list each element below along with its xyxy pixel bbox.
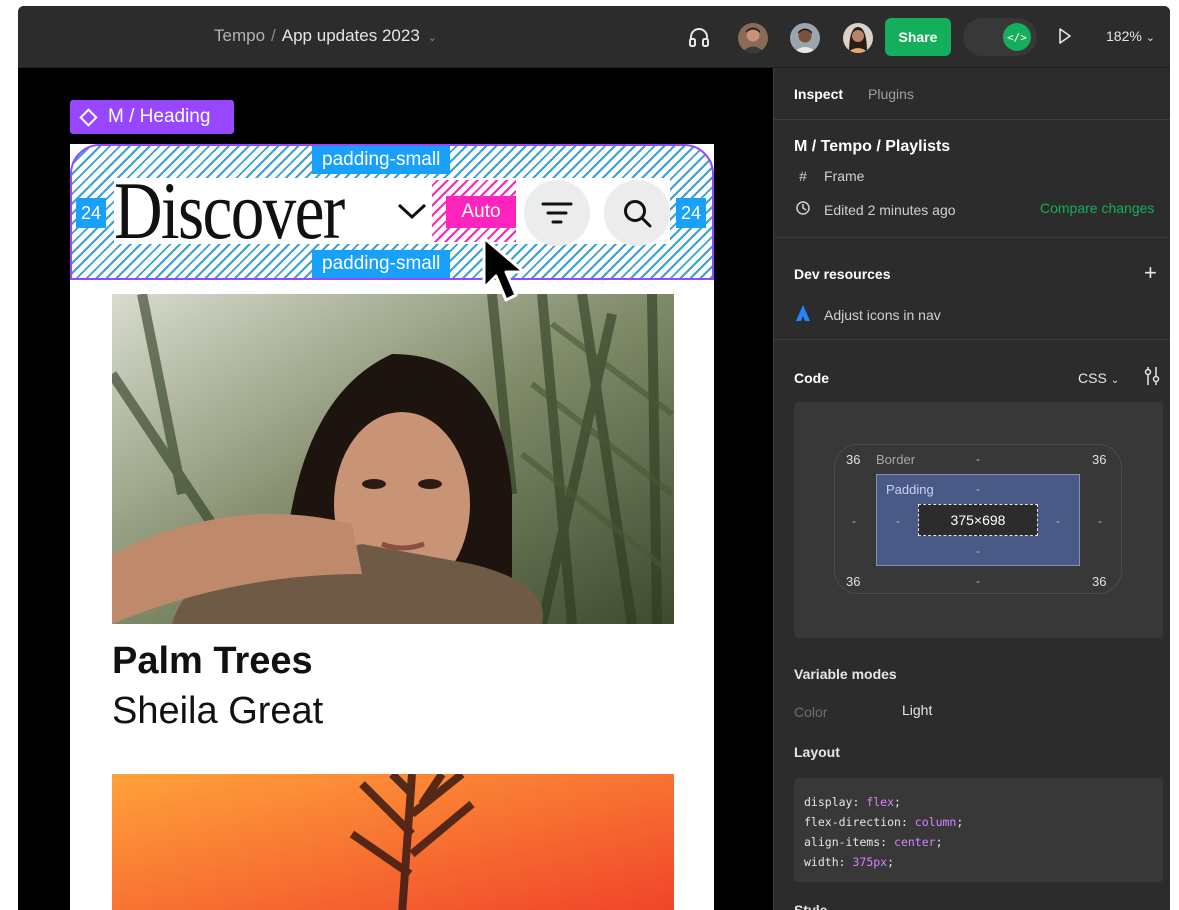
border-left-value: - xyxy=(852,514,856,528)
avatar[interactable] xyxy=(738,23,768,53)
code-prop: width xyxy=(804,855,839,869)
component-icon xyxy=(79,107,98,127)
padding-right-label: 24 xyxy=(676,198,706,228)
border-right-value: - xyxy=(1098,514,1102,528)
code-icon: </> xyxy=(1003,23,1031,51)
language-dropdown[interactable]: CSS ⌄ xyxy=(1078,370,1119,386)
variable-modes-heading: Variable modes xyxy=(794,666,897,682)
code-value: 375px xyxy=(852,855,888,869)
code-prop: flex-direction xyxy=(804,815,901,829)
settings-sliders-icon[interactable] xyxy=(1144,366,1160,391)
resource-item[interactable]: Adjust icons in nav xyxy=(794,304,941,325)
radius-top-right: 36 xyxy=(1092,452,1107,467)
radius-bottom-left: 36 xyxy=(846,574,861,589)
breadcrumb-separator: / xyxy=(271,26,276,45)
compare-changes-link[interactable]: Compare changes xyxy=(1040,200,1154,216)
resource-item-label: Adjust icons in nav xyxy=(824,306,941,323)
frame-type-row: # Frame xyxy=(794,168,864,184)
variable-mode-value[interactable]: Light xyxy=(902,702,932,718)
avatar[interactable] xyxy=(790,23,820,53)
frame-icon: # xyxy=(799,168,807,184)
dev-mode-toggle[interactable]: </> xyxy=(963,18,1037,56)
page-title[interactable]: Discover xyxy=(114,166,345,256)
breadcrumb-team[interactable]: Tempo xyxy=(214,26,265,45)
playlist-cover-image[interactable] xyxy=(112,294,674,624)
dev-resources-heading: Dev resources xyxy=(794,266,891,282)
code-prop: align-items xyxy=(804,835,881,849)
play-icon[interactable] xyxy=(1058,28,1072,44)
radius-top-left: 36 xyxy=(846,452,861,467)
border-bottom-value: - xyxy=(976,574,980,588)
component-label[interactable]: M / Heading xyxy=(70,100,234,134)
heading-component[interactable]: padding-small padding-small 24 24 Discov… xyxy=(70,144,714,280)
playlist-frame[interactable]: padding-small padding-small 24 24 Discov… xyxy=(70,144,714,910)
search-button[interactable] xyxy=(604,180,670,246)
padding-bottom-value: - xyxy=(976,544,980,558)
code-line: display: flex; xyxy=(804,795,901,809)
border-label: Border xyxy=(876,452,916,467)
padding-right-value: - xyxy=(1056,514,1060,528)
auto-spacing-label: Auto xyxy=(446,196,516,228)
layout-heading: Layout xyxy=(794,744,840,760)
filter-icon xyxy=(541,202,573,224)
variable-mode-key: Color xyxy=(794,704,828,720)
canvas[interactable]: M / Heading padding-small padding-small … xyxy=(18,68,773,910)
border-top-value: - xyxy=(976,452,980,466)
box-model-diagram: 36 Border - 36 - - 36 - 36 Padding - - -… xyxy=(794,402,1163,638)
dev-resources-section: Dev resources + Adjust icons in nav xyxy=(774,238,1170,340)
edited-row: Edited 2 minutes ago xyxy=(794,200,956,219)
cursor-icon xyxy=(480,236,530,311)
content-size: 375×698 xyxy=(918,504,1038,536)
padding-left-value: - xyxy=(896,514,900,528)
code-prop: display xyxy=(804,795,853,809)
code-line: align-items: center; xyxy=(804,835,943,849)
padding-top-value: - xyxy=(976,482,980,496)
chevron-down-icon: ⌄ xyxy=(1145,32,1155,44)
code-line: width: 375px; xyxy=(804,855,895,869)
code-value: flex xyxy=(866,795,895,809)
selection-info: M / Tempo / Playlists # Frame Edited 2 m… xyxy=(774,120,1170,238)
avatar[interactable] xyxy=(843,23,873,53)
layout-code-block[interactable]: display: flex; flex-direction: column; a… xyxy=(794,778,1163,882)
search-icon xyxy=(624,200,652,228)
radius-bottom-right: 36 xyxy=(1092,574,1107,589)
padding-left-label: 24 xyxy=(76,198,106,228)
share-button[interactable]: Share xyxy=(885,18,951,56)
selection-title: M / Tempo / Playlists xyxy=(794,138,951,155)
panel-tabs: Inspect Plugins xyxy=(774,68,1170,120)
zoom-value: 182% xyxy=(1106,28,1142,44)
code-value: column xyxy=(914,815,957,829)
add-resource-button[interactable]: + xyxy=(1144,260,1157,286)
chevron-down-icon: ⌄ xyxy=(1110,375,1120,386)
breadcrumb-file[interactable]: App updates 2023 xyxy=(282,26,420,45)
chevron-down-icon[interactable] xyxy=(396,202,428,227)
headphones-icon[interactable] xyxy=(688,26,710,48)
inspect-panel: Inspect Plugins M / Tempo / Playlists # … xyxy=(773,68,1170,910)
style-heading: Style xyxy=(794,902,828,910)
tab-inspect[interactable]: Inspect xyxy=(794,86,843,102)
filter-button[interactable] xyxy=(524,180,590,246)
padding-label: Padding xyxy=(886,482,934,497)
toolbar: Tempo / App updates 2023 ⌄ Share </> 182% ⌄ xyxy=(18,6,1170,68)
playlist-cover-image[interactable] xyxy=(112,774,674,910)
code-line: flex-direction: column; xyxy=(804,815,964,829)
zoom-dropdown[interactable]: 182% ⌄ xyxy=(1106,28,1155,44)
app-window: Tempo / App updates 2023 ⌄ Share </> 182% ⌄… xyxy=(18,6,1170,910)
tab-plugins[interactable]: Plugins xyxy=(868,86,914,102)
jira-icon xyxy=(794,304,812,325)
breadcrumb[interactable]: Tempo / App updates 2023 ⌄ xyxy=(214,26,437,46)
language-value: CSS xyxy=(1078,370,1107,386)
code-heading: Code xyxy=(794,370,829,386)
frame-type-label: Frame xyxy=(824,168,865,184)
component-name: M / Heading xyxy=(108,106,211,127)
history-icon xyxy=(794,200,812,219)
chevron-down-icon[interactable]: ⌄ xyxy=(428,32,437,44)
edited-text: Edited 2 minutes ago xyxy=(824,201,956,218)
card-title[interactable]: Palm Trees xyxy=(112,640,313,683)
code-value: center xyxy=(894,835,936,849)
card-subtitle[interactable]: Sheila Great xyxy=(112,690,323,733)
